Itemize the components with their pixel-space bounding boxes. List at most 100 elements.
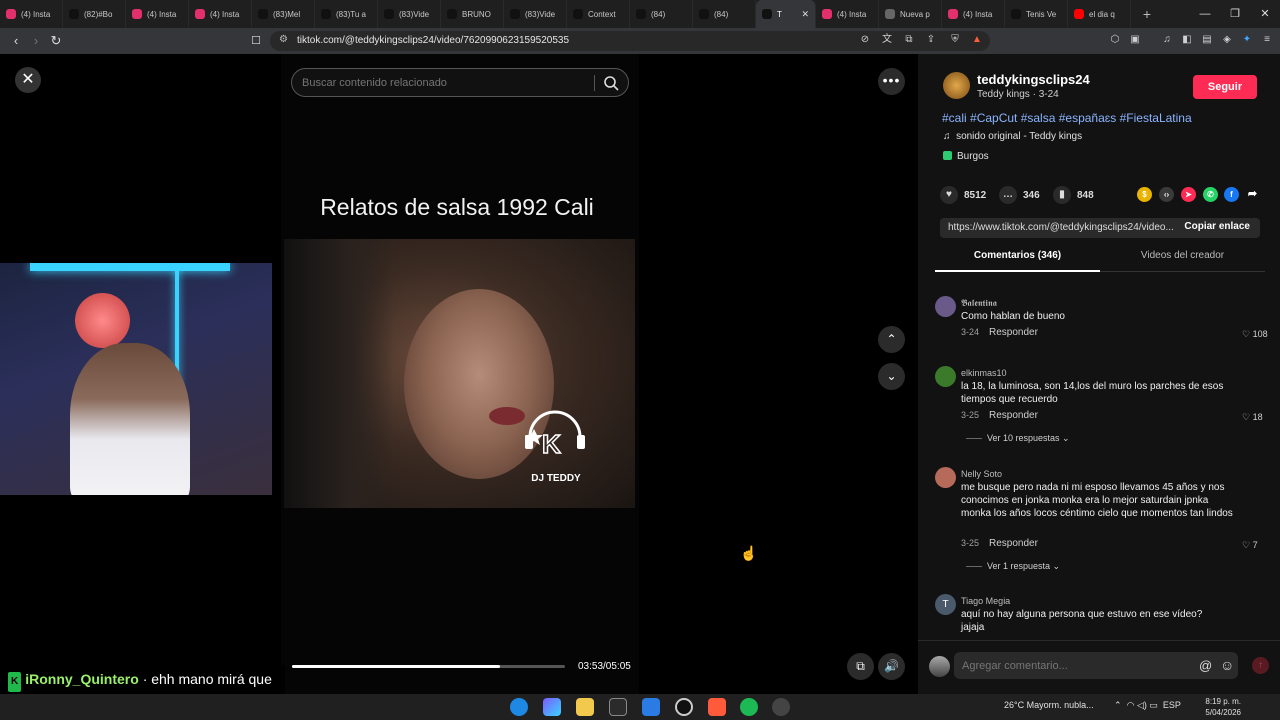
shield-icon[interactable]: ⛨: [948, 33, 962, 47]
mail-icon[interactable]: [642, 698, 660, 716]
language-indicator[interactable]: ESP: [1163, 700, 1181, 710]
tab-creator-videos[interactable]: Videos del creador: [1100, 250, 1265, 272]
clock[interactable]: 8:19 p. m. 5/04/2026: [1205, 696, 1241, 718]
share-arrow-icon[interactable]: ➦: [1245, 187, 1260, 202]
music-icon[interactable]: ♫: [1160, 33, 1174, 47]
close-tab-icon[interactable]: ✕: [801, 9, 809, 20]
site-info-icon[interactable]: ⚙: [279, 34, 288, 45]
more-options-button[interactable]: •••: [878, 68, 905, 95]
translate-icon[interactable]: 文: [880, 33, 894, 47]
settings-gear-icon[interactable]: [772, 698, 790, 716]
reply-button[interactable]: Responder: [989, 538, 1038, 549]
like-stat[interactable]: ♥ 8512: [940, 186, 986, 204]
post-comment-button[interactable]: ↑: [1252, 657, 1269, 674]
save-stat[interactable]: ▮ 848: [1053, 186, 1094, 204]
comment-avatar[interactable]: [935, 366, 956, 387]
comment-like[interactable]: ♡ 108: [1242, 329, 1268, 340]
restore-icon[interactable]: ❐: [1220, 0, 1250, 28]
edge-icon[interactable]: [510, 698, 528, 716]
vpn-icon[interactable]: ◈: [1220, 33, 1234, 47]
close-window-icon[interactable]: ✕: [1250, 0, 1280, 28]
wifi-icon[interactable]: ◠: [1127, 700, 1135, 710]
github-icon[interactable]: [675, 698, 693, 716]
browser-tab[interactable]: (83)Vide: [378, 0, 441, 28]
mention-icon[interactable]: @: [1199, 658, 1212, 673]
comment-avatar[interactable]: [935, 467, 956, 488]
comment-username[interactable]: 𝕭𝖆𝖑𝖊𝖓𝖙𝖎𝖓𝖆: [961, 298, 997, 309]
reply-button[interactable]: Responder: [989, 410, 1038, 421]
ai-icon[interactable]: ✦: [1240, 33, 1254, 47]
send-icon[interactable]: ➤: [1181, 187, 1196, 202]
browser-tab[interactable]: Tenis Ve: [1005, 0, 1068, 28]
creator-name[interactable]: teddykingsclips24: [977, 72, 1090, 87]
creator-avatar[interactable]: [943, 72, 970, 99]
browser-tab[interactable]: (84): [693, 0, 756, 28]
picture-in-picture-button[interactable]: ⧉: [847, 653, 874, 680]
browser-tab[interactable]: Context: [567, 0, 630, 28]
comment-like[interactable]: ♡ 7: [1242, 540, 1258, 551]
browser-tab[interactable]: (83)Vide: [504, 0, 567, 28]
comment-avatar[interactable]: T: [935, 594, 956, 615]
screenshot-icon[interactable]: ▣: [1128, 33, 1142, 47]
browser-tab[interactable]: el dia q: [1068, 0, 1131, 28]
wallet-icon[interactable]: ▤: [1200, 33, 1214, 47]
comment-like[interactable]: ♡ 18: [1242, 412, 1263, 423]
comment-input[interactable]: [954, 652, 1238, 679]
coin-icon[interactable]: $: [1137, 187, 1152, 202]
browser-tab[interactable]: (4) Insta: [0, 0, 63, 28]
progress-bar[interactable]: [292, 665, 565, 668]
browser-tab[interactable]: (4) Insta: [942, 0, 1005, 28]
next-video-button[interactable]: ⌄: [878, 363, 905, 390]
tray-arrow-icon[interactable]: ⌃: [1114, 700, 1122, 710]
comment-avatar[interactable]: [935, 296, 956, 317]
view-replies-button[interactable]: Ver 10 respuestas ⌄: [966, 433, 1070, 444]
browser-tab[interactable]: (4) Insta: [816, 0, 879, 28]
rewards-icon[interactable]: ▲: [970, 33, 984, 47]
close-icon[interactable]: ✕: [15, 67, 41, 93]
whatsapp-icon[interactable]: ✆: [1203, 187, 1218, 202]
comment-stat[interactable]: … 346: [999, 186, 1040, 204]
facebook-icon[interactable]: f: [1224, 187, 1239, 202]
minimize-icon[interactable]: —: [1190, 0, 1220, 28]
menu-icon[interactable]: ≡: [1260, 33, 1274, 47]
browser-tab[interactable]: (83)Mel: [252, 0, 315, 28]
previous-video-button[interactable]: ⌃: [878, 326, 905, 353]
comment-username[interactable]: Tiago Megia: [961, 596, 1010, 606]
browser-tab[interactable]: BRUNO: [441, 0, 504, 28]
comment-username[interactable]: Nelly Soto: [961, 469, 1002, 479]
extensions-icon[interactable]: ⬡: [1108, 33, 1122, 47]
file-explorer-icon[interactable]: [576, 698, 594, 716]
browser-tab[interactable]: (84): [630, 0, 693, 28]
reload-icon[interactable]: ↻: [47, 32, 65, 50]
browser-tab[interactable]: Nueva p: [879, 0, 942, 28]
volume-button[interactable]: 🔊: [878, 653, 905, 680]
share-page-icon[interactable]: ⇪: [924, 33, 938, 47]
brave-icon[interactable]: [708, 698, 726, 716]
video-frame[interactable]: K DJ TEDDY: [284, 239, 635, 508]
spotify-icon[interactable]: [740, 698, 758, 716]
bookmark-icon[interactable]: ☐: [247, 32, 265, 50]
sound-link[interactable]: ♫ sonido original - Teddy kings: [943, 131, 1082, 142]
search-icon[interactable]: [603, 75, 619, 91]
no-eye-icon[interactable]: ⊘: [858, 33, 872, 47]
forward-icon[interactable]: ›: [27, 32, 45, 50]
battery-icon[interactable]: ▭: [1149, 700, 1158, 710]
follow-button[interactable]: Seguir: [1193, 75, 1257, 99]
video-link[interactable]: https://www.tiktok.com/@teddykingsclips2…: [948, 222, 1176, 233]
hashtags[interactable]: #cali #CapCut #salsa #españaɛs #FiestaLa…: [942, 111, 1192, 125]
tab-comments[interactable]: Comentarios (346): [935, 250, 1100, 272]
copilot-icon[interactable]: [543, 698, 561, 716]
comment-username[interactable]: elkinmas10: [961, 368, 1007, 378]
embed-icon[interactable]: ‹›: [1159, 187, 1174, 202]
reply-button[interactable]: Responder: [989, 327, 1038, 338]
view-replies-button[interactable]: Ver 1 respuesta ⌄: [966, 561, 1060, 572]
copy-link-button[interactable]: Copiar enlace: [1184, 221, 1250, 232]
emoji-icon[interactable]: ☺: [1220, 657, 1234, 673]
open-external-icon[interactable]: ⧉: [902, 33, 916, 47]
weather-widget[interactable]: 26°C Mayorm. nubla...: [1004, 700, 1094, 710]
store-icon[interactable]: [609, 698, 627, 716]
speaker-icon[interactable]: ◁): [1137, 700, 1147, 710]
browser-tab[interactable]: (4) Insta: [126, 0, 189, 28]
browser-tab[interactable]: (4) Insta: [189, 0, 252, 28]
search-input[interactable]: [302, 77, 582, 89]
